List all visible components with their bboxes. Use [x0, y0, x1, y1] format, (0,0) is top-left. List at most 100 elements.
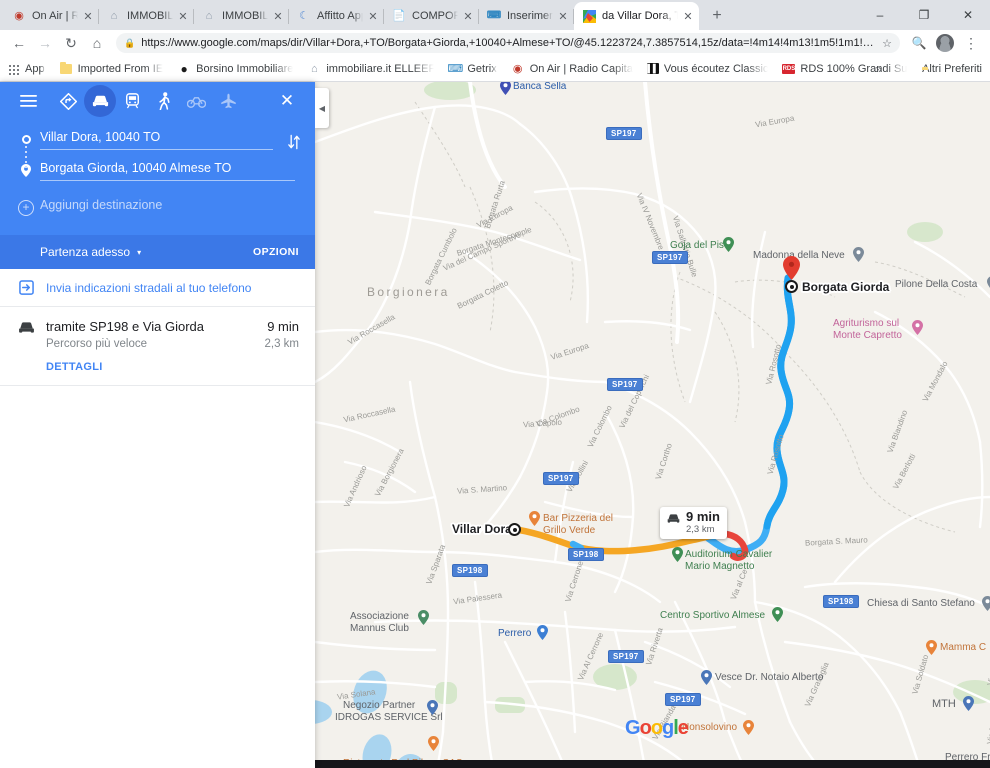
map-poi-label[interactable]: Mamma C: [940, 642, 986, 653]
cafe-marker-icon[interactable]: [743, 720, 754, 735]
map-poi-label[interactable]: Goja del Pis: [670, 240, 724, 251]
forward-button[interactable]: →: [32, 30, 58, 56]
browser-tab-active[interactable]: da Villar Dora, T ✕: [574, 2, 699, 30]
close-icon[interactable]: ✕: [81, 9, 95, 23]
map-poi-label[interactable]: Pilone Della Costa: [895, 279, 977, 290]
add-destination-row[interactable]: + Aggiungi destinazione: [12, 192, 303, 223]
browser-tab[interactable]: 📄 COMPORTAME ✕: [384, 2, 479, 30]
shop-marker-icon[interactable]: [427, 700, 438, 715]
close-icon[interactable]: ✕: [366, 9, 380, 23]
hamburger-icon[interactable]: [12, 85, 44, 117]
map-poi-label[interactable]: Banca Sella: [513, 82, 566, 92]
browser-tab[interactable]: ⌨ Inserimento ann ✕: [479, 2, 574, 30]
map-poi-label[interactable]: MTH: [932, 698, 956, 710]
origin-input[interactable]: Villar Dora, 10040 TO: [40, 130, 273, 150]
map-poi-label[interactable]: Mannus Club: [350, 623, 409, 634]
origin-marker-dot[interactable]: [508, 523, 521, 536]
close-icon[interactable]: ✕: [271, 9, 285, 23]
route-time-badge[interactable]: 9 min 2,3 km: [660, 507, 727, 539]
water-marker-icon[interactable]: [537, 625, 548, 640]
browser-tab[interactable]: ☾ Affitto Appartan ✕: [289, 2, 384, 30]
collapse-panel-button[interactable]: ◀: [315, 88, 329, 128]
map-poi-label[interactable]: Chiesa di Santo Stefano: [867, 598, 975, 609]
bookmark-item[interactable]: ⌨ Getrix: [447, 62, 496, 76]
add-destination-label[interactable]: Aggiungi destinazione: [40, 198, 295, 217]
zoom-search-icon[interactable]: 🔍: [906, 30, 932, 56]
mth-marker-icon[interactable]: [963, 696, 974, 711]
chevron-down-icon[interactable]: ▾: [137, 248, 141, 257]
options-button[interactable]: OPZIONI: [253, 246, 299, 258]
maximize-button[interactable]: ❐: [902, 0, 946, 30]
bookmark-item[interactable]: RDS RDS 100% Grandi Su: [782, 63, 907, 75]
bookmark-star-icon[interactable]: ☆: [882, 37, 892, 50]
close-directions-button[interactable]: ✕: [271, 85, 303, 117]
new-tab-button[interactable]: +: [703, 2, 731, 30]
map-canvas[interactable]: Borgionera Via Europa Borgata Rurta Via …: [315, 82, 990, 768]
notary-marker-icon[interactable]: [701, 670, 712, 685]
walking-mode-button[interactable]: [148, 85, 180, 117]
cafe-marker-icon[interactable]: [428, 736, 439, 751]
close-icon[interactable]: ✕: [461, 9, 475, 23]
send-to-phone-label[interactable]: Invia indicazioni stradali al tuo telefo…: [46, 281, 251, 295]
bookmark-item[interactable]: ⌂ immobiliare.it ELLEEF: [307, 62, 434, 76]
map-poi-label[interactable]: Negozio Partner: [343, 700, 415, 711]
send-to-phone-row[interactable]: Invia indicazioni stradali al tuo telefo…: [0, 269, 315, 307]
destination-marker-dot[interactable]: [785, 280, 798, 293]
map-poi-label[interactable]: Grillo Verde: [543, 525, 595, 536]
home-button[interactable]: ⌂: [84, 30, 110, 56]
map-poi-label[interactable]: Centro Sportivo Almese: [660, 610, 765, 621]
browser-tab[interactable]: ⌂ IMMOBILIARE E ✕: [194, 2, 289, 30]
address-bar[interactable]: 🔒 https://www.google.com/maps/dir/Villar…: [116, 33, 900, 53]
browser-tab[interactable]: ⌂ IMMOBILIARE E ✕: [99, 2, 194, 30]
reload-button[interactable]: ↻: [58, 30, 84, 56]
transit-mode-button[interactable]: [116, 85, 148, 117]
back-button[interactable]: ←: [6, 30, 32, 56]
bookmark-item[interactable]: ◉ On Air | Radio Capita: [511, 62, 633, 76]
map-poi-label[interactable]: Agriturismo sul: [833, 318, 899, 329]
hotel-marker-icon[interactable]: [912, 320, 923, 335]
map-poi-label[interactable]: Monte Capretto: [833, 330, 902, 341]
bookmark-item[interactable]: ● Borsino Immobiliare: [177, 62, 294, 76]
destination-marker-label[interactable]: Borgata Giorda: [802, 280, 889, 294]
church-marker-icon[interactable]: [853, 247, 864, 262]
route-result-card[interactable]: tramite SP198 e Via Giorda 9 min Percors…: [0, 307, 315, 386]
close-icon[interactable]: ✕: [681, 9, 695, 23]
cafe-marker-icon[interactable]: [529, 511, 540, 526]
bookmarks-overflow-button[interactable]: »: [875, 62, 882, 76]
close-icon[interactable]: ✕: [556, 9, 570, 23]
best-route-mode-button[interactable]: [52, 85, 84, 117]
avatar[interactable]: [936, 34, 954, 52]
bookmark-item[interactable]: Imported From IE: [59, 61, 163, 76]
map-poi-label[interactable]: Nonsolovino: [682, 722, 737, 733]
destination-input[interactable]: Borgata Giorda, 10040 Almese TO: [40, 161, 295, 181]
map-poi-label[interactable]: Perrero: [498, 628, 531, 639]
close-icon[interactable]: ✕: [176, 9, 190, 23]
map-poi-label[interactable]: Mario Magnetto: [685, 561, 754, 572]
minimize-button[interactable]: –: [858, 0, 902, 30]
map-poi-label[interactable]: Associazione: [350, 611, 409, 622]
map-poi-label[interactable]: Bar Pizzeria del: [543, 513, 613, 524]
cafe-marker-icon[interactable]: [926, 640, 937, 655]
map-poi-label[interactable]: Auditorium Cavalier: [685, 549, 772, 560]
map-poi-label[interactable]: Vesce Dr. Notaio Alberto: [715, 672, 823, 683]
departure-bar[interactable]: Partenza adesso ▾ OPZIONI: [0, 235, 315, 269]
cycling-mode-button[interactable]: [180, 85, 212, 117]
destination-pin-icon[interactable]: [783, 256, 800, 280]
browser-tab[interactable]: ◉ On Air | Radio C ✕: [4, 2, 99, 30]
park-marker-icon[interactable]: [723, 237, 734, 252]
other-bookmarks-button[interactable]: Altri Preferiti: [922, 63, 982, 75]
route-details-button[interactable]: DETTAGLI: [46, 361, 299, 373]
destination-row[interactable]: Borgata Giorda, 10040 Almese TO: [12, 134, 303, 186]
bank-marker-icon[interactable]: [500, 82, 511, 95]
origin-row[interactable]: Villar Dora, 10040 TO ⇅: [12, 124, 303, 155]
park-marker-icon[interactable]: [418, 610, 429, 625]
departure-label[interactable]: Partenza adesso: [40, 245, 130, 259]
origin-marker-label[interactable]: Villar Dora: [452, 522, 512, 536]
driving-mode-button[interactable]: [84, 85, 116, 117]
bookmark-item[interactable]: ▌▌ Vous écoutez Classic: [646, 63, 768, 75]
flight-mode-button[interactable]: [212, 85, 244, 117]
bookmark-item[interactable]: App: [6, 62, 45, 76]
chrome-menu-icon[interactable]: ⋮: [958, 30, 984, 56]
swap-vertical-icon[interactable]: [283, 134, 305, 153]
park-marker-icon[interactable]: [672, 547, 683, 562]
